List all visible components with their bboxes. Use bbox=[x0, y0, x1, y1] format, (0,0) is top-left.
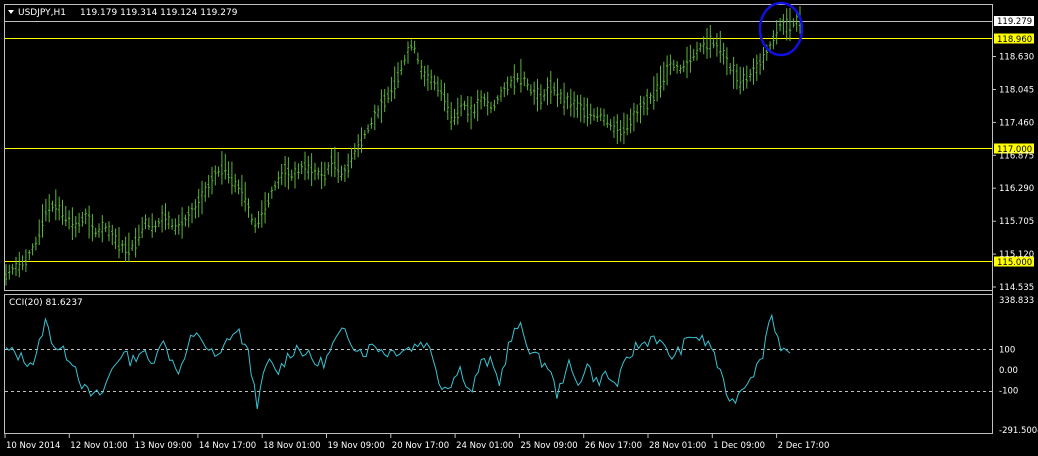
price-tick-label: 114.535 bbox=[999, 283, 1034, 293]
price-tag-label: 118.960 bbox=[997, 35, 1032, 45]
time-axis-labels: 10 Nov 2014 12 Nov 01:00 13 Nov 09:00 14 No… bbox=[4, 434, 830, 451]
main-chart-frame bbox=[4, 4, 993, 291]
cci-tick-label: 338.833 bbox=[999, 296, 1034, 306]
cci-tick-label: 100 bbox=[999, 345, 1015, 355]
time-tick-label: 12 Nov 01:00 bbox=[70, 441, 127, 451]
horizontal-lines[interactable]: 118.960117.000115.000119.279 bbox=[5, 16, 1034, 392]
price-tick-label: 117.460 bbox=[999, 118, 1034, 128]
symbol-label: USDJPY,H1 bbox=[18, 8, 66, 18]
price-tick-label: 116.290 bbox=[999, 184, 1034, 194]
cci-axis-labels: 338.833 100 0.00 -100 -291.5004 bbox=[999, 296, 1038, 436]
time-tick-label: 20 Nov 17:00 bbox=[392, 441, 449, 451]
price-tick-label: 115.705 bbox=[999, 217, 1034, 227]
dropdown-triangle-icon[interactable] bbox=[8, 10, 14, 14]
cci-tick-label: -100 bbox=[999, 387, 1018, 397]
price-tick-label: 118.630 bbox=[999, 53, 1034, 63]
time-tick-label: 25 Nov 09:00 bbox=[520, 441, 577, 451]
time-tick-label: 18 Nov 01:00 bbox=[263, 441, 320, 451]
chart-window[interactable]: USDJPY,H1 119.179 119.314 119.124 119.27… bbox=[0, 0, 1038, 456]
price-tick-label: 118.045 bbox=[999, 86, 1034, 96]
cci-tick-label: -291.5004 bbox=[999, 426, 1038, 436]
time-tick-label: 1 Dec 09:00 bbox=[713, 441, 765, 451]
time-tick-label: 19 Nov 09:00 bbox=[328, 441, 385, 451]
time-tick-label: 2 Dec 17:00 bbox=[778, 441, 830, 451]
cci-series bbox=[5, 313, 791, 409]
price-axis-labels: 118.630 118.045 117.460 116.875 116.290 115.7… bbox=[992, 53, 1034, 293]
time-tick-label: 14 Nov 17:00 bbox=[199, 441, 256, 451]
price-tick-label: 115.120 bbox=[999, 250, 1034, 260]
time-tick-label: 10 Nov 2014 bbox=[6, 441, 60, 451]
current-price-label: 119.279 bbox=[997, 17, 1032, 27]
highlight-circle-marker[interactable] bbox=[758, 1, 804, 57]
cci-line bbox=[5, 313, 791, 409]
cci-tick-label: 0.00 bbox=[999, 366, 1018, 376]
ohlc-readout: 119.179 119.314 119.124 119.279 bbox=[80, 8, 238, 18]
time-tick-label: 24 Nov 01:00 bbox=[456, 441, 513, 451]
price-tick-label: 116.875 bbox=[999, 151, 1034, 161]
time-tick-label: 13 Nov 09:00 bbox=[135, 441, 192, 451]
time-tick-label: 28 Nov 01:00 bbox=[649, 441, 706, 451]
chart-canvas[interactable]: USDJPY,H1 119.179 119.314 119.124 119.27… bbox=[0, 0, 1038, 456]
candle-series bbox=[4, 6, 802, 286]
indicator-frame bbox=[4, 294, 993, 434]
time-tick-label: 26 Nov 17:00 bbox=[585, 441, 642, 451]
cci-label: CCI(20) 81.6237 bbox=[9, 298, 83, 308]
